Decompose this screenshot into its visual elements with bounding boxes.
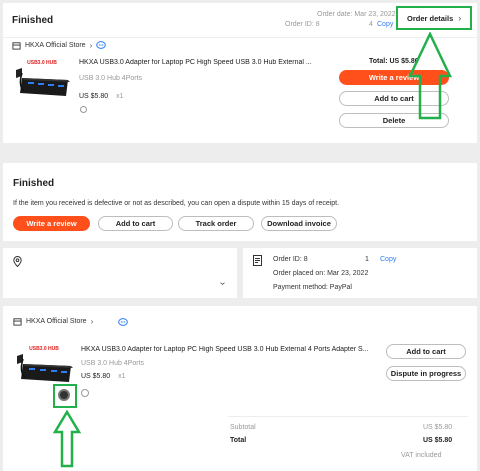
order-status: Finished	[12, 15, 54, 26]
price: US $5.80	[79, 93, 109, 100]
product-title[interactable]: HKXA USB3.0 Adapter for Laptop PC High S…	[79, 59, 319, 66]
detail-order-id: Order ID: 8	[273, 256, 308, 263]
dispute-in-progress-button[interactable]: Dispute in progress	[386, 366, 466, 381]
divider	[228, 416, 468, 417]
product-variant: USB 3.0 Hub 4Ports	[81, 360, 145, 367]
chat-icon[interactable]	[118, 318, 128, 327]
dispute-notice: If the item you received is defective or…	[13, 200, 340, 207]
detail-order-id-tail: 1	[365, 256, 369, 263]
chat-icon[interactable]	[96, 41, 107, 50]
order-id: Order ID: 8	[285, 21, 320, 28]
product-variant: USB 3.0 Hub 4Ports	[79, 75, 143, 82]
store-icon	[12, 42, 21, 50]
chevron-right-icon: ›	[90, 317, 94, 326]
annotation-highlight-box	[53, 384, 77, 408]
chevron-down-icon[interactable]: ›	[217, 282, 228, 285]
order-id-tail: 4	[369, 21, 373, 28]
chevron-right-icon: ›	[89, 41, 93, 50]
annotation-arrow-up-icon	[408, 32, 452, 120]
track-order-button[interactable]: Track order	[178, 216, 254, 231]
quantity: x1	[116, 93, 124, 100]
add-to-cart-button[interactable]: Add to cart	[386, 344, 466, 359]
product-price: US $5.80 x1	[79, 93, 124, 100]
order-placed-date: Order placed on: Mar 23, 2022	[273, 270, 369, 277]
store-icon	[13, 318, 22, 326]
subtotal-value: US $5.80	[423, 424, 453, 431]
payment-method: Payment method: PayPal	[273, 284, 352, 291]
quantity: x1	[118, 373, 126, 380]
divider	[3, 37, 477, 38]
snapshot-icon[interactable]	[81, 389, 89, 397]
product-image-label: USB3.0 HUB	[27, 60, 57, 66]
product-price: US $5.80 x1	[81, 373, 126, 380]
order-info-card: Order ID: 8 1 Copy Order placed on: Mar …	[243, 248, 477, 298]
copy-link[interactable]: Copy	[377, 21, 393, 28]
annotation-arrow-up-icon	[53, 410, 81, 468]
vat-note: VAT included	[401, 452, 442, 459]
total-value: US $5.80	[423, 437, 453, 444]
download-invoice-button[interactable]: Download invoice	[261, 216, 337, 231]
product-image[interactable]: USB3.0 HUB	[12, 56, 72, 108]
location-pin-icon	[13, 256, 22, 267]
copy-link[interactable]: Copy	[380, 256, 396, 263]
product-title[interactable]: HKXA USB3.0 Adapter for Laptop PC High S…	[81, 346, 373, 353]
detail-status: Finished	[13, 178, 55, 189]
price: US $5.80	[81, 373, 111, 380]
total-label: Total	[230, 437, 247, 444]
document-icon	[253, 255, 262, 266]
store-name: HKXA Official Store	[25, 42, 86, 49]
annotation-highlight-box	[396, 6, 472, 30]
subtotal-label: Subtotal	[230, 424, 256, 431]
order-date: Order date: Mar 23, 2022	[317, 11, 396, 18]
product-image-label: USB3.0 HUB	[29, 346, 59, 352]
shipping-address-card: ›	[3, 248, 237, 298]
write-review-button[interactable]: Write a review	[13, 216, 90, 231]
add-to-cart-button[interactable]: Add to cart	[98, 216, 173, 231]
store-header[interactable]: HKXA Official Store ›	[13, 317, 93, 326]
store-name: HKXA Official Store	[26, 318, 87, 325]
order-detail-header: Finished If the item you received is def…	[3, 163, 477, 241]
store-header[interactable]: HKXA Official Store ›	[12, 41, 107, 50]
snapshot-icon[interactable]	[80, 106, 87, 113]
